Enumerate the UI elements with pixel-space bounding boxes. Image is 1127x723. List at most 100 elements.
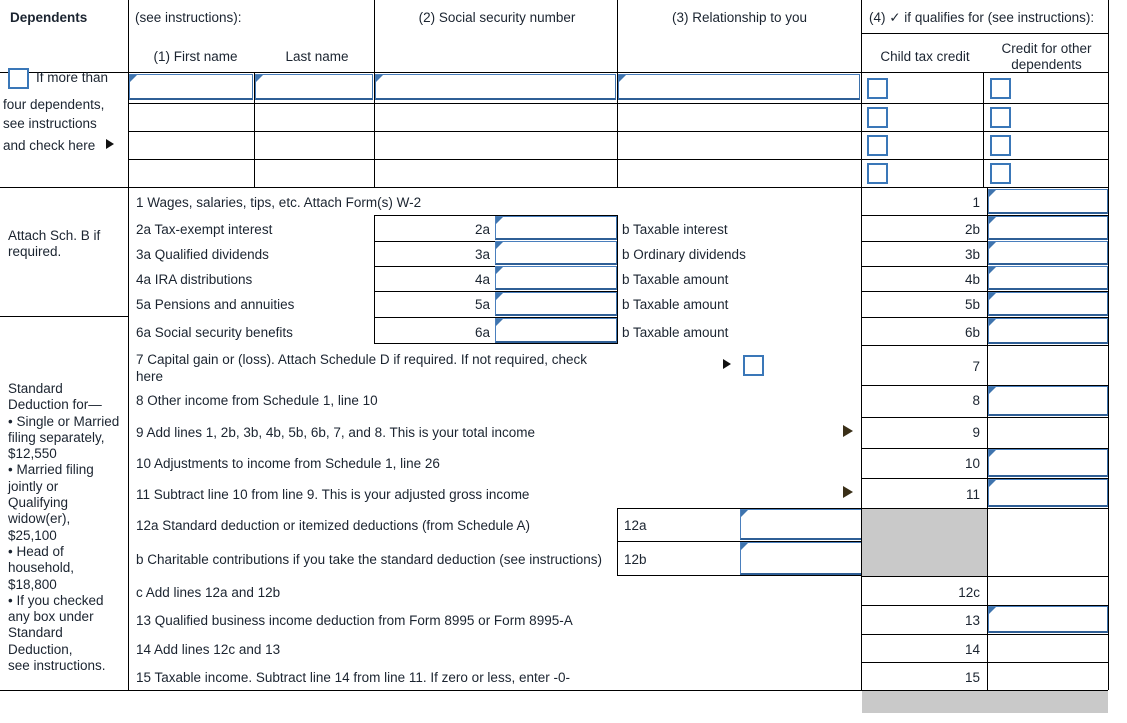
- line-2b-amount-input[interactable]: [988, 216, 1108, 240]
- more-than-four-note-line-3: see instructions: [3, 116, 97, 131]
- line-14-label: 14 Add lines 12c and 13: [136, 642, 281, 657]
- rule-right-edge: [1108, 0, 1109, 690]
- dependent-1-other-dependents-checkbox[interactable]: [990, 78, 1011, 99]
- line-3a-amount-input[interactable]: [495, 241, 617, 265]
- amt-rule-8: [861, 417, 1108, 418]
- line-4a-label: 4a IRA distributions: [136, 272, 253, 287]
- dependents-heading: Dependents: [10, 10, 88, 25]
- line-5a-label: 5a Pensions and annuities: [136, 297, 295, 312]
- line-1-amount-input[interactable]: [988, 189, 1108, 214]
- line-6b-amount-input[interactable]: [988, 318, 1108, 344]
- line-2a-amount-input[interactable]: [495, 216, 617, 240]
- line-4b-number: 4b: [964, 272, 980, 287]
- more-than-four-dependents-checkbox[interactable]: [8, 68, 29, 89]
- line-12b-amount-input[interactable]: [740, 542, 862, 575]
- dependent-1-first-name-input[interactable]: [129, 74, 253, 100]
- line-6b-label: b Taxable amount: [622, 325, 729, 340]
- dependent-1-last-name-input[interactable]: [255, 74, 373, 100]
- col-header-child-tax-credit: Child tax credit: [880, 49, 970, 64]
- dep-qualifies-header-underline: [861, 33, 1108, 34]
- std-ded-line-2: Deduction for—: [8, 397, 102, 413]
- line-6a-number: 6a: [474, 325, 490, 340]
- std-ded-line-1: Standard: [8, 381, 63, 396]
- dependent-4-child-tax-credit-checkbox[interactable]: [867, 163, 888, 184]
- line-12b-label: b Charitable contributions if you take t…: [136, 552, 603, 567]
- line-6a-amount-input[interactable]: [495, 318, 617, 343]
- line-14-number: 14: [964, 642, 980, 657]
- line-1-number: 1: [972, 195, 980, 210]
- rule-dep-income-divider: [0, 187, 1108, 188]
- col-header-credit-other-dependents-1: Credit for other: [1001, 41, 1092, 56]
- line-13-label: 13 Qualified business income deduction f…: [136, 613, 573, 628]
- dependent-2-child-tax-credit-checkbox[interactable]: [867, 107, 888, 128]
- dependent-1-relationship-input[interactable]: [618, 74, 860, 100]
- std-ded-line-6: • Married filing: [8, 462, 94, 478]
- std-ded-line-13: $18,800: [8, 576, 57, 592]
- line-11-arrow-icon: [843, 486, 853, 498]
- dependent-1-ssn-input[interactable]: [375, 74, 616, 100]
- more-than-four-note-line-2: four dependents,: [3, 97, 105, 112]
- line-3b-label: b Ordinary dividends: [622, 247, 746, 262]
- more-than-four-note-line-4: and check here: [3, 138, 96, 153]
- line-6b-number: 6b: [964, 325, 980, 340]
- amt-rule-15: [861, 662, 1108, 663]
- dependent-1-child-tax-credit-checkbox[interactable]: [867, 78, 888, 99]
- dependent-3-child-tax-credit-checkbox[interactable]: [867, 135, 888, 156]
- line-13-amount-input[interactable]: [988, 606, 1108, 633]
- std-ded-line-15: any box under: [8, 609, 94, 625]
- dep-row-rule-1: [128, 103, 1108, 104]
- attach-sch-b-note-line-2: required.: [8, 244, 62, 259]
- dep-col-rule-qualifies-split: [983, 72, 984, 187]
- dep-row-rule-3: [128, 159, 1108, 160]
- col-header-ssn: (2) Social security number: [418, 10, 576, 25]
- line-7-number: 7: [972, 359, 980, 374]
- line-10-label: 10 Adjustments to income from Schedule 1…: [136, 456, 440, 471]
- line-12a-number: 12a: [624, 518, 647, 533]
- line-8-amount-input[interactable]: [988, 386, 1108, 416]
- line-7-not-required-checkbox[interactable]: [743, 355, 764, 376]
- line-2b-label: b Taxable interest: [622, 222, 728, 237]
- line-5a-number: 5a: [474, 297, 490, 312]
- line-4a-number: 4a: [474, 272, 490, 287]
- line-5b-label: b Taxable amount: [622, 297, 729, 312]
- rule-top-dep-rows: [0, 72, 1108, 73]
- line-11-number: 11: [965, 487, 980, 502]
- amt-rule-14: [861, 634, 1108, 635]
- line-8-label: 8 Other income from Schedule 1, line 10: [136, 393, 378, 408]
- dependent-2-other-dependents-checkbox[interactable]: [990, 107, 1011, 128]
- line-9-label: 9 Add lines 1, 2b, 3b, 4b, 5b, 6b, 7, an…: [136, 425, 536, 440]
- line-4a-amount-input[interactable]: [495, 266, 617, 290]
- std-ded-line-9: widow(er),: [8, 511, 71, 527]
- line-7-arrow-icon: [723, 359, 731, 369]
- line-2b-number: 2b: [964, 222, 980, 237]
- line-7-label-part1: 7 Capital gain or (loss). Attach Schedul…: [136, 352, 587, 367]
- amt-rule-6: [861, 345, 1108, 346]
- line-4b-amount-input[interactable]: [988, 266, 1108, 290]
- line-5a-amount-input[interactable]: [495, 292, 617, 316]
- col-header-credit-other-dependents-2: dependents: [1011, 57, 1082, 72]
- std-ded-line-14: • If you checked: [8, 592, 104, 608]
- line-6a-label: 6a Social security benefits: [136, 325, 293, 340]
- line-9-arrow-icon: [843, 425, 853, 437]
- dependent-4-other-dependents-checkbox[interactable]: [990, 163, 1011, 184]
- line-12c-number: 12c: [958, 585, 980, 600]
- std-ded-line-11: • Head of: [8, 543, 64, 559]
- dep-row-rule-2: [128, 131, 1108, 132]
- dep-col-rule-relationship: [861, 0, 862, 187]
- line-7-label-part2: here: [136, 369, 164, 384]
- std-ded-line-3: • Single or Married: [8, 413, 120, 429]
- line-5b-amount-input[interactable]: [988, 292, 1108, 316]
- line-12c-label: c Add lines 12a and 12b: [136, 585, 281, 600]
- dependents-see-instructions: (see instructions):: [135, 10, 242, 25]
- line-3b-amount-input[interactable]: [988, 241, 1108, 265]
- dependent-3-other-dependents-checkbox[interactable]: [990, 135, 1011, 156]
- rule-number-col-left: [861, 187, 862, 690]
- col-header-relationship: (3) Relationship to you: [671, 10, 808, 25]
- line-10-number: 10: [964, 456, 980, 471]
- std-ded-line-7: jointly or: [8, 478, 59, 494]
- std-ded-line-4: filing separately,: [8, 429, 105, 445]
- line-10-amount-input[interactable]: [988, 449, 1108, 477]
- line-12a-amount-input[interactable]: [740, 509, 862, 540]
- line-11-amount-input[interactable]: [988, 479, 1108, 507]
- standard-deduction-note: Standard Deduction for— • Single or Marr…: [8, 381, 128, 674]
